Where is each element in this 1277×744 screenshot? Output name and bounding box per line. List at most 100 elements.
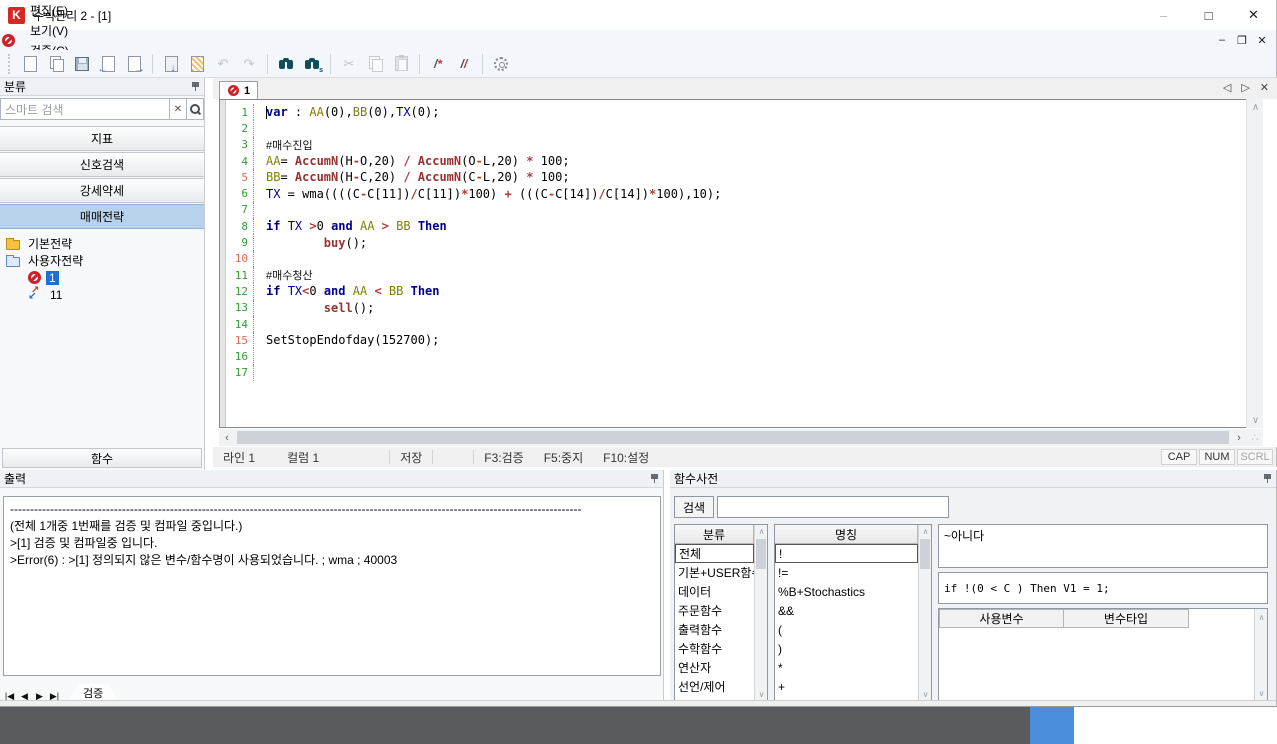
settings-gear-icon[interactable] <box>489 52 513 76</box>
function-item[interactable]: + <box>775 677 918 696</box>
variable-table: 사용변수 변수타입 ∧ ∨ <box>938 608 1268 702</box>
category-item[interactable]: 선언/제어 <box>675 677 754 696</box>
export-formula-icon[interactable]: → <box>122 52 146 76</box>
scroll-up-arrow[interactable]: ∧ <box>1247 99 1264 115</box>
taskbar-item-blue[interactable] <box>1030 707 1074 744</box>
search-icon[interactable] <box>274 52 298 76</box>
mdi-minimize-button[interactable]: – <box>1214 34 1230 46</box>
pin-icon[interactable] <box>1263 473 1272 484</box>
menu-view[interactable]: 보기(V) <box>21 20 91 40</box>
clear-search-button[interactable]: ✕ <box>170 98 187 120</box>
scroll-right-arrow[interactable]: › <box>1231 432 1247 444</box>
tree-item[interactable]: 기본전략 <box>6 235 204 252</box>
category-item[interactable]: 데이터 <box>675 582 754 601</box>
menu-bar: 파일(F)편집(E)보기(V)검증(C)도구(T)윈도우(W) – ❐ ✕ <box>0 30 1277 50</box>
resize-grip[interactable]: ∴ <box>1247 431 1263 444</box>
category-trading-strategy[interactable]: 매매전략 <box>0 204 204 229</box>
function-item[interactable]: ( <box>775 620 918 639</box>
category-item[interactable]: 주문함수 <box>675 601 754 620</box>
used-variable-column-header[interactable]: 사용변수 <box>939 609 1064 628</box>
tab-formula-1[interactable]: 1 <box>219 81 258 99</box>
pin-icon[interactable] <box>191 81 200 92</box>
dictionary-search-input[interactable] <box>717 496 949 518</box>
function-item[interactable]: != <box>775 563 918 582</box>
copy-icon[interactable] <box>363 52 387 76</box>
category-item[interactable]: 출력함수 <box>675 620 754 639</box>
paste-icon[interactable] <box>389 52 413 76</box>
function-item[interactable]: && <box>775 601 918 620</box>
menu-edit[interactable]: 편집(E) <box>21 0 91 20</box>
scrollbar-thumb[interactable] <box>920 539 930 569</box>
open-file-icon[interactable] <box>44 52 68 76</box>
name-list-scrollbar[interactable]: ∧ ∨ <box>918 525 931 701</box>
tree-item-label: 사용자전략 <box>25 252 86 269</box>
import-formula-icon[interactable]: ← <box>96 52 120 76</box>
scroll-down-arrow[interactable]: ∨ <box>1255 685 1268 701</box>
scroll-up-arrow[interactable]: ∧ <box>755 525 768 538</box>
variable-type-column-header[interactable]: 변수타입 <box>1063 609 1189 628</box>
function-item[interactable]: ) <box>775 639 918 658</box>
toolbar-grip[interactable] <box>8 54 12 74</box>
dictionary-search-button[interactable]: 검색 <box>674 496 714 518</box>
tab-close-button[interactable]: ✕ <box>1260 81 1269 94</box>
comment-icon[interactable]: /* <box>426 52 450 76</box>
category-list-scrollbar[interactable]: ∧ ∨ <box>754 525 767 701</box>
tab-scroll-right-button[interactable]: ▷ <box>1241 81 1249 94</box>
scroll-up-arrow[interactable]: ∧ <box>919 525 932 538</box>
scroll-up-arrow[interactable]: ∧ <box>1255 609 1268 625</box>
new-file-icon[interactable] <box>18 52 42 76</box>
status-caps-lock: CAP <box>1161 449 1197 465</box>
scroll-left-arrow[interactable]: ‹ <box>219 432 235 444</box>
tree-item[interactable]: 1 <box>6 269 204 286</box>
editor-vertical-scrollbar[interactable]: ∧ ∨ <box>1246 99 1263 428</box>
function-item[interactable]: %B+Stochastics <box>775 582 918 601</box>
code-area[interactable]: 1var : AA(0),BB(0),TX(0);23#매수진입4AA= Acc… <box>227 104 1262 381</box>
mdi-close-button[interactable]: ✕ <box>1254 34 1270 47</box>
code-editor[interactable]: 1var : AA(0),BB(0),TX(0);23#매수진입4AA= Acc… <box>219 99 1263 428</box>
category-item[interactable]: 연산자 <box>675 658 754 677</box>
function-name-list[interactable]: 명칭 !!=%B+Stochastics&&()*+ ∧ ∨ <box>774 524 932 702</box>
edit-page-icon[interactable] <box>185 52 209 76</box>
smart-search-input[interactable]: 스마트 검색 <box>0 98 170 120</box>
scrollbar-thumb[interactable] <box>237 431 1229 444</box>
minimize-button[interactable]: – <box>1141 0 1186 30</box>
maximize-button[interactable]: □ <box>1186 0 1231 30</box>
tree-item[interactable]: 사용자전략 <box>6 252 204 269</box>
search-next-icon[interactable]: s <box>300 52 324 76</box>
editor-horizontal-scrollbar[interactable]: ‹ › ∴ <box>219 429 1263 446</box>
function-item[interactable]: * <box>775 658 918 677</box>
output-log[interactable]: ----------------------------------------… <box>3 496 661 676</box>
classification-panel-header: 분류 <box>0 78 204 96</box>
category-item[interactable]: 전체 <box>675 544 754 563</box>
scroll-down-arrow[interactable]: ∨ <box>1247 412 1264 428</box>
code-line: 2 <box>227 120 1262 136</box>
line-text <box>253 120 266 136</box>
pin-icon[interactable] <box>650 473 659 484</box>
category-list[interactable]: 분류 전체기본+USER함수데이터주문함수출력함수수학함수연산자선언/제어 ∧ … <box>674 524 768 702</box>
category-signal-search[interactable]: 신호검색 <box>0 152 204 177</box>
output-panel: 출력 -------------------------------------… <box>0 470 664 706</box>
variable-table-scrollbar[interactable]: ∧ ∨ <box>1254 609 1267 701</box>
category-indicator[interactable]: 지표 <box>0 126 204 151</box>
close-button[interactable]: ✕ <box>1231 0 1276 30</box>
cut-icon[interactable]: ✂ <box>337 52 361 76</box>
category-item[interactable]: 기본+USER함수 <box>675 563 754 582</box>
save-icon[interactable] <box>70 52 94 76</box>
redo-icon[interactable]: ↷ <box>237 52 261 76</box>
undo-icon[interactable]: ↶ <box>211 52 235 76</box>
status-scroll-lock: SCRL <box>1237 449 1273 465</box>
category-item[interactable]: 수학함수 <box>675 639 754 658</box>
tab-scroll-left-button[interactable]: ◁ <box>1223 81 1231 94</box>
line-number: 12 <box>227 285 253 298</box>
line-text: #매수진입 <box>253 137 313 153</box>
category-strength-weakness[interactable]: 강세약세 <box>0 178 204 203</box>
uncomment-icon[interactable]: // <box>452 52 476 76</box>
tree-item[interactable]: 11 <box>6 286 204 303</box>
line-text: BB= AccumN(H-C,20) / AccumN(C-L,20) * 10… <box>253 169 570 185</box>
function-item[interactable]: ! <box>775 544 918 563</box>
scrollbar-thumb[interactable] <box>756 539 766 569</box>
mdi-restore-button[interactable]: ❐ <box>1234 34 1250 47</box>
functions-button[interactable]: 함수 <box>2 448 202 468</box>
download-formula-icon[interactable]: ↓ <box>159 52 183 76</box>
search-button[interactable] <box>187 98 204 120</box>
